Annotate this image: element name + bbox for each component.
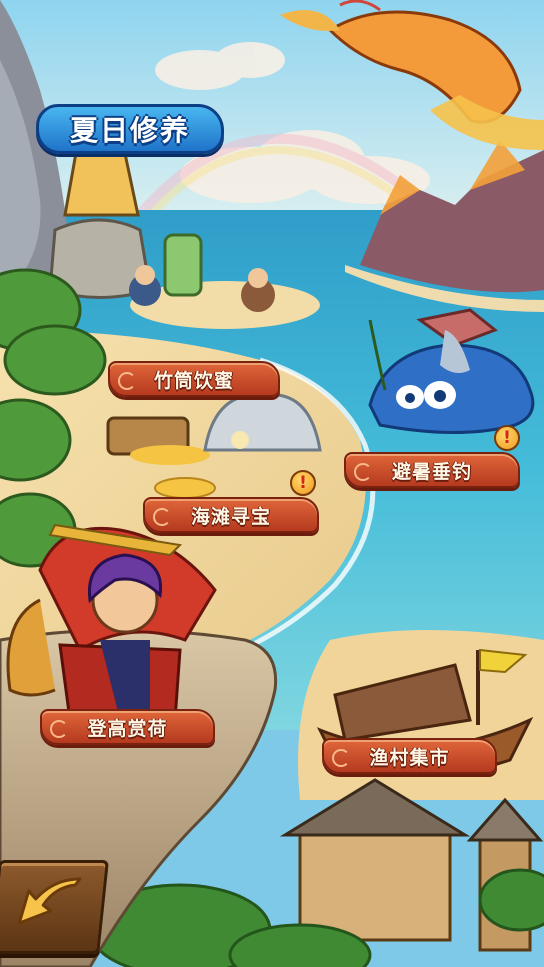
location-bamboo-honey-button[interactable]: 竹筒饮蜜 [108, 361, 280, 397]
swirl-ornament-icon [153, 508, 171, 526]
location-label: 避暑垂钓 [391, 460, 472, 483]
location-label: 登高赏荷 [87, 717, 168, 740]
exclamation-alert-icon: ! [494, 425, 520, 451]
location-label: 竹筒饮蜜 [153, 369, 234, 392]
location-label: 渔村集市 [369, 746, 450, 769]
page-title: 夏日修养 [36, 104, 224, 154]
swirl-ornament-icon [354, 463, 372, 481]
swirl-ornament-icon [118, 372, 136, 390]
location-beach-treasure-button[interactable]: 海滩寻宝 [143, 497, 319, 533]
exclamation-alert-icon: ! [290, 470, 316, 496]
back-button[interactable] [0, 860, 109, 954]
location-label: 海滩寻宝 [190, 505, 271, 528]
swirl-ornament-icon [332, 749, 350, 767]
location-fishing-village-market-button[interactable]: 渔村集市 [322, 738, 497, 774]
back-arrow-icon [17, 877, 82, 925]
location-lotus-viewing-button[interactable]: 登高赏荷 [40, 709, 215, 745]
swirl-ornament-icon [50, 720, 68, 738]
location-summer-fishing-button[interactable]: 避暑垂钓 [344, 452, 520, 488]
